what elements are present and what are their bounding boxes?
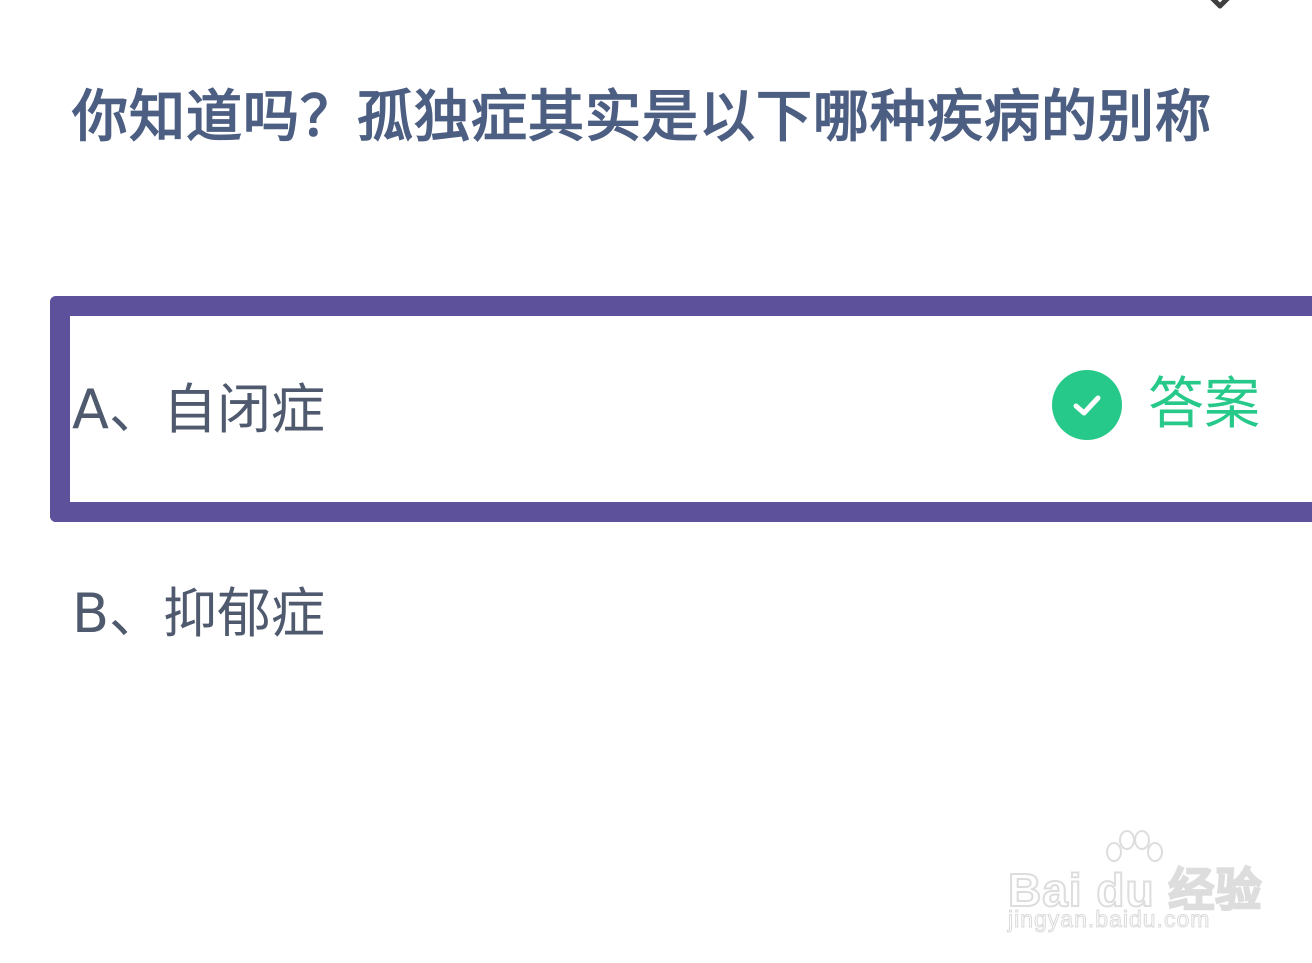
close-icon[interactable]	[1192, 0, 1248, 16]
baidu-jingyan-watermark: Bai du 经验 jingyan.baidu.com	[1002, 826, 1262, 936]
option-a-label: A、自闭症	[72, 378, 325, 441]
option-a[interactable]: A、自闭症 答案	[50, 296, 1312, 522]
answer-label: 答案	[1148, 372, 1260, 437]
option-b-label: B、抑郁症	[72, 582, 326, 645]
question-text: 你知道吗？孤独症其实是以下哪种疾病的别称	[72, 85, 1212, 150]
answer-badge: 答案	[1052, 370, 1260, 440]
watermark-url: jingyan.baidu.com	[1007, 906, 1211, 933]
quiz-page: 你知道吗？孤独症其实是以下哪种疾病的别称 A、自闭症 答案 B、抑郁症 Bai …	[0, 0, 1312, 963]
check-circle-icon	[1052, 370, 1122, 440]
option-b[interactable]: B、抑郁症	[0, 580, 1312, 652]
